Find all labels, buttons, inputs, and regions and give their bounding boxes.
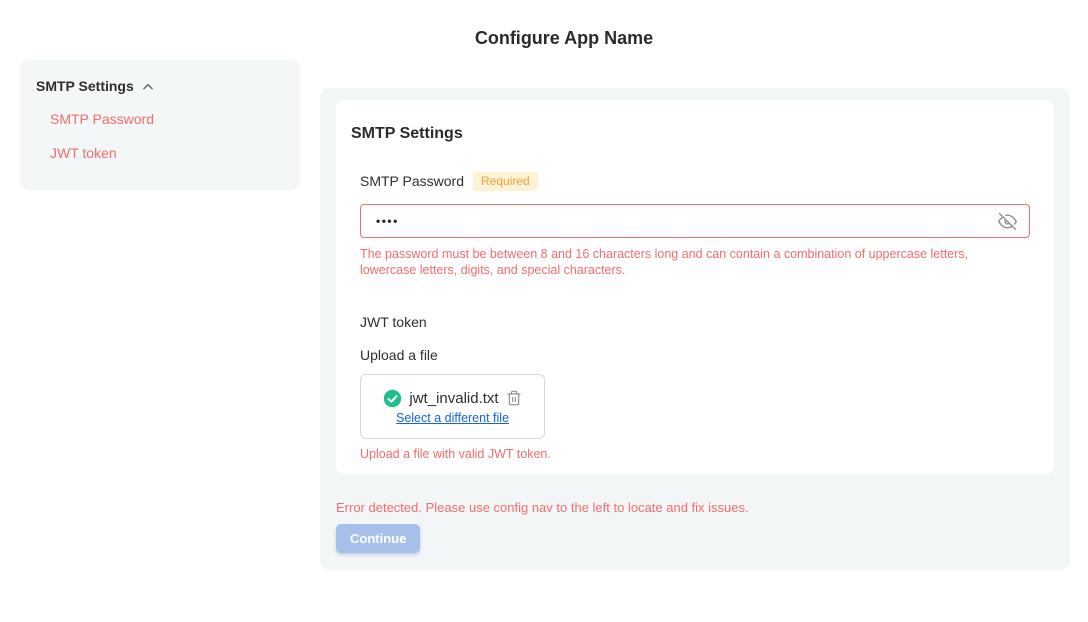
- sidebar-nav: SMTP Password JWT token: [36, 109, 284, 163]
- jwt-error-text: Upload a file with valid JWT token.: [360, 447, 1030, 461]
- uploaded-file-name: jwt_invalid.txt: [409, 390, 498, 407]
- eye-off-icon[interactable]: [998, 212, 1017, 231]
- trash-icon[interactable]: [506, 390, 522, 406]
- required-badge: Required: [473, 172, 538, 191]
- sidebar-item-smtp-password[interactable]: SMTP Password: [36, 109, 284, 129]
- sidebar-section-smtp-settings[interactable]: SMTP Settings: [36, 76, 284, 96]
- select-different-file-link[interactable]: Select a different file: [396, 411, 509, 425]
- password-helper-text: The password must be between 8 and 16 ch…: [360, 246, 1022, 278]
- sidebar-section-label: SMTP Settings: [36, 78, 134, 94]
- success-check-icon: [383, 389, 402, 408]
- smtp-password-field: SMTP Password Required The password must…: [360, 172, 1030, 278]
- sidebar-item-jwt-token[interactable]: JWT token: [36, 143, 284, 163]
- continue-button[interactable]: Continue: [336, 524, 420, 553]
- upload-file-label: Upload a file: [360, 346, 1030, 365]
- config-nav-sidebar: SMTP Settings SMTP Password JWT token: [20, 60, 300, 190]
- jwt-token-label: JWT token: [360, 313, 1030, 332]
- form-error-message: Error detected. Please use config nav to…: [336, 500, 1054, 515]
- page-header: Configure App Name: [40, 28, 1088, 49]
- jwt-token-field: JWT token Upload a file jwt_invalid.txt: [360, 313, 1030, 461]
- card-heading: SMTP Settings: [351, 124, 1030, 144]
- chevron-up-icon: [141, 80, 155, 94]
- smtp-password-label: SMTP Password: [360, 172, 464, 191]
- page-title: Configure App Name: [40, 28, 1088, 49]
- smtp-password-input-wrap: [360, 204, 1030, 238]
- smtp-settings-card: SMTP Settings SMTP Password Required The…: [336, 100, 1054, 474]
- smtp-password-input[interactable]: [361, 205, 998, 237]
- file-upload-box: jwt_invalid.txt Select a different file: [360, 374, 545, 439]
- config-panel: SMTP Settings SMTP Password Required The…: [320, 88, 1070, 570]
